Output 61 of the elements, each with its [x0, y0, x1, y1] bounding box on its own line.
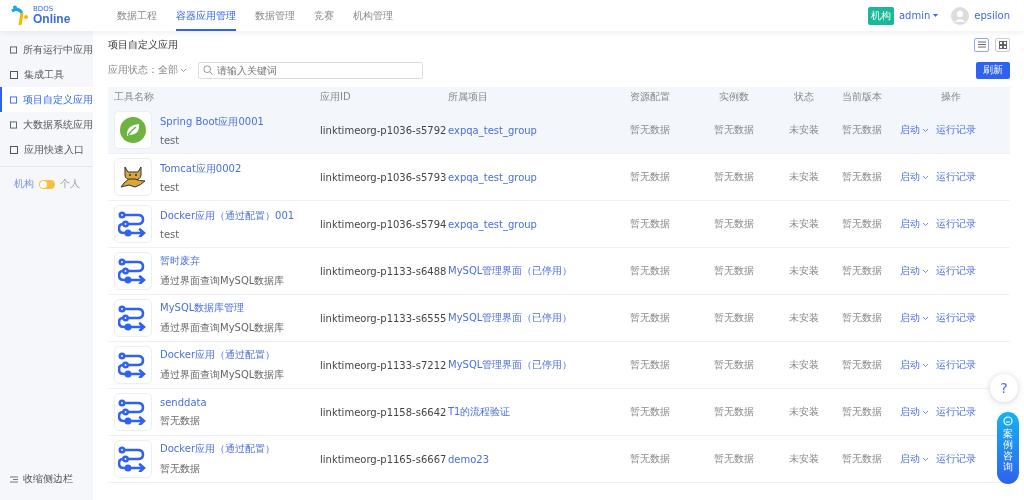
table-cell-text: 暂无数据 [841, 264, 883, 278]
column-header: 工具名称 [113, 90, 155, 104]
status-text: 未安装 [788, 123, 820, 137]
column-header: 操作 [940, 90, 962, 104]
status-text: 未安装 [788, 405, 820, 419]
table-cell: linktimeorg-p1165-s6667 [320, 453, 448, 465]
app-description: test [160, 228, 181, 240]
status-text: 未安装 [788, 358, 820, 372]
status-text: 未安装 [788, 170, 820, 184]
table-cell: linktimeorg-p1133-s7212 [320, 359, 448, 371]
table-cell: linktimeorg-p1158-s6642 [320, 406, 448, 418]
table-cell-text: 暂无数据 [841, 358, 883, 372]
table-cell-text: 暂无数据 [841, 452, 883, 466]
app-description: 暂无数据 [160, 462, 201, 476]
table-cell-text: 暂无数据 [629, 264, 671, 278]
org-badge: 机构 [867, 6, 894, 25]
table-cell-text: 暂无数据 [713, 452, 755, 466]
column-header: 状态 [793, 90, 815, 104]
page-title: 项目自定义应用 [108, 37, 178, 52]
table-cell: linktimeorg-p1036-s5794 [320, 218, 448, 230]
table-cell-text: 暂无数据 [713, 217, 755, 231]
table-cell-text: 暂无数据 [629, 405, 671, 419]
table-cell-text: 暂无数据 [841, 123, 883, 137]
table-cell: linktimeorg-p1133-s6555 [320, 312, 448, 324]
switch-label: 个人 [59, 177, 80, 191]
table-cell: linktimeorg-p1133-s6488 [320, 265, 448, 277]
table-cell-text: 暂无数据 [841, 170, 883, 184]
table-cell: linktimeorg-p1036-s5793 [320, 171, 448, 183]
table-cell-text: 暂无数据 [629, 123, 671, 137]
table-cell-text: 暂无数据 [629, 358, 671, 372]
column-header: 应用ID [320, 90, 352, 104]
table-cell-text: 暂无数据 [841, 311, 883, 325]
app-description: test [160, 181, 181, 193]
app-description: 通过界面查询MySQL数据库 [160, 321, 285, 335]
status-text: 未安装 [788, 217, 820, 231]
app-description: 通过界面查询MySQL数据库 [160, 368, 285, 382]
app-description: 暂无数据 [160, 413, 201, 428]
table-cell-text: 暂无数据 [629, 217, 671, 231]
table-cell-text: 暂无数据 [629, 452, 671, 466]
table-cell-text: 暂无数据 [629, 311, 671, 325]
table-cell-text: 暂无数据 [713, 264, 755, 278]
app-description: test [160, 134, 181, 146]
status-text: 未安装 [788, 311, 820, 325]
column-header: 资源配置 [629, 90, 671, 104]
table-cell-text: 暂无数据 [713, 311, 755, 325]
column-header: 当前版本 [841, 90, 883, 104]
status-text: 未安装 [788, 264, 820, 278]
switch-label: 机构 [13, 177, 34, 191]
table-cell-text: 暂无数据 [841, 217, 883, 231]
logo-text: Online [33, 13, 71, 25]
app-description: 通过界面查询MySQL数据库 [160, 274, 285, 288]
table-cell-text: 暂无数据 [841, 405, 883, 419]
table-cell-text: 暂无数据 [713, 170, 755, 184]
column-header: 所属项目 [448, 90, 489, 104]
table-cell-text: 暂无数据 [713, 358, 755, 372]
table-cell-text: 暂无数据 [713, 405, 755, 419]
column-header: 实例数 [718, 90, 750, 104]
table-cell-text: 暂无数据 [713, 123, 755, 137]
table-cell: linktimeorg-p1036-s5792 [320, 124, 448, 136]
table-cell-text: 暂无数据 [629, 170, 671, 184]
status-text: 未安装 [788, 452, 820, 466]
